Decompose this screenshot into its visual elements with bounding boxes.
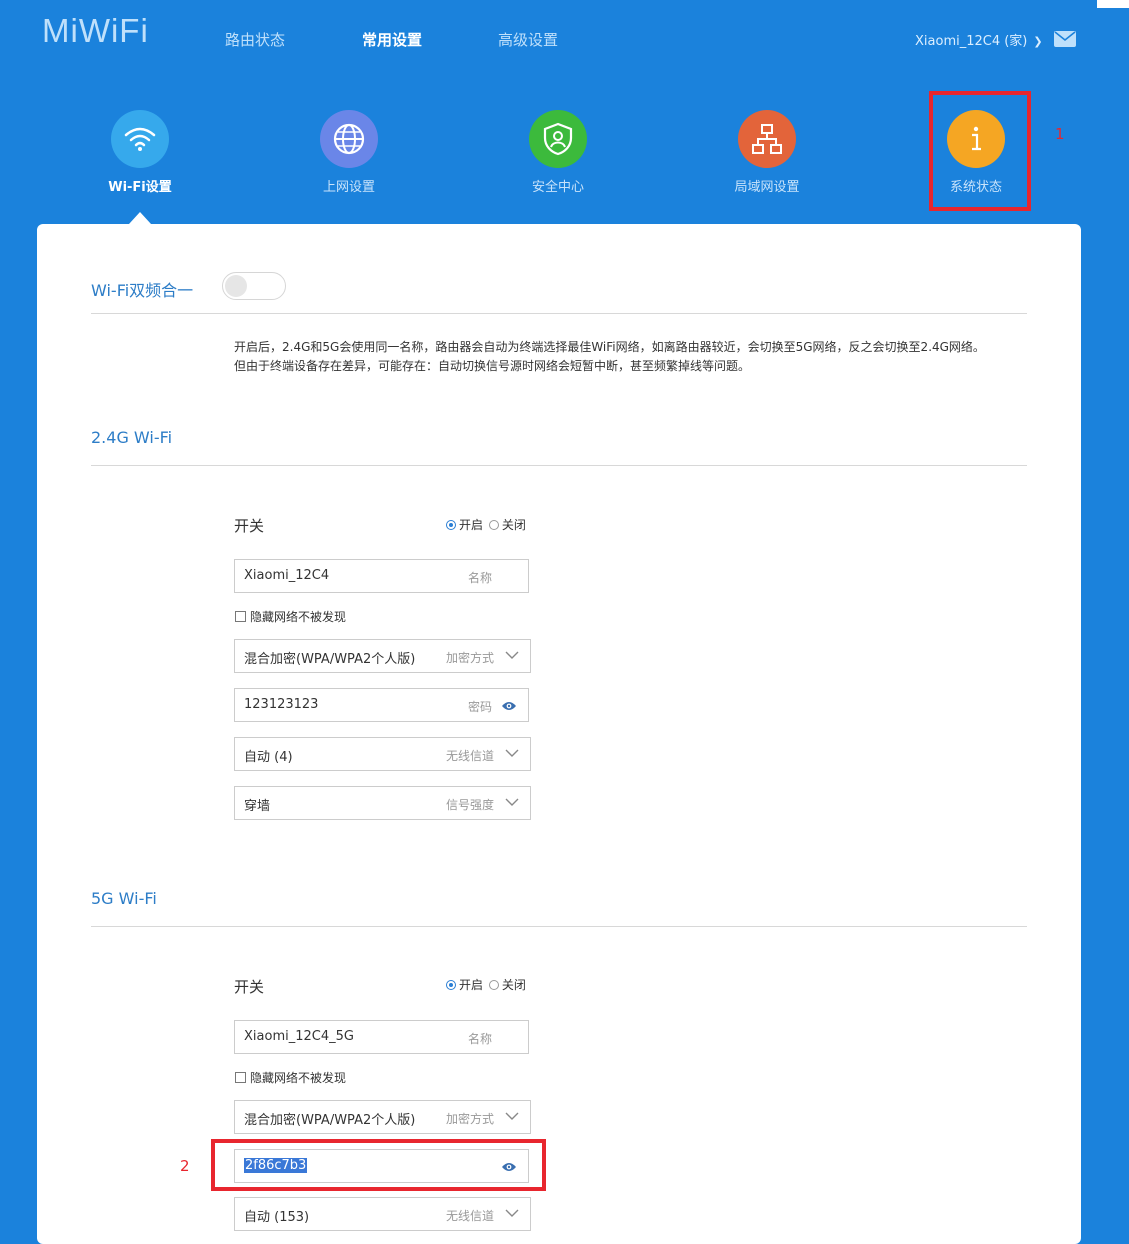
wifi24-title: 2.4G Wi-Fi	[91, 428, 173, 447]
checkbox-label: 隐藏网络不被发现	[250, 610, 347, 624]
chevron-down-icon	[505, 651, 519, 659]
eye-icon[interactable]	[501, 700, 517, 712]
wifi5-radio-off[interactable]: 关闭	[488, 976, 526, 993]
dual-band-toggle[interactable]	[222, 272, 286, 300]
radio-label: 开启	[459, 518, 484, 532]
chevron-down-icon	[505, 1112, 519, 1120]
category-lan-settings[interactable]: 局域网设置	[707, 110, 827, 195]
active-tab-pointer	[129, 212, 151, 224]
radio-label: 关闭	[501, 518, 526, 532]
wifi5-hide-checkbox[interactable]: 隐藏网络不被发现	[235, 1069, 346, 1086]
category-label: 上网设置	[322, 180, 375, 195]
chevron-down-icon: ❯	[1033, 35, 1043, 48]
category-wifi-settings[interactable]: Wi-Fi设置	[80, 110, 200, 195]
device-selector[interactable]: Xiaomi_12C4 (家) ❯	[915, 30, 1043, 49]
divider	[91, 926, 1027, 927]
radio-label: 关闭	[501, 978, 526, 992]
annotation-box-1	[929, 91, 1031, 211]
nav-router-status[interactable]: 路由状态	[225, 29, 285, 50]
wifi5-radio-on[interactable]: 开启	[446, 976, 483, 993]
chevron-down-icon	[505, 1209, 519, 1217]
select-label: 无线信道	[445, 749, 494, 763]
category-label: 安全中心	[531, 180, 584, 195]
wifi24-radio-on[interactable]: 开启	[446, 516, 483, 533]
category-internet-settings[interactable]: 上网设置	[289, 110, 409, 195]
wifi24-encryption-select[interactable]: 混合加密(WPA/WPA2个人版) 加密方式	[234, 639, 531, 673]
chevron-down-icon	[505, 798, 519, 806]
chevron-down-icon	[505, 749, 519, 757]
wifi5-encryption-select[interactable]: 混合加密(WPA/WPA2个人版) 加密方式	[234, 1100, 531, 1134]
divider	[91, 465, 1027, 466]
select-value: 混合加密(WPA/WPA2个人版)	[244, 1113, 416, 1128]
checkbox-box	[235, 611, 246, 622]
wifi24-password-input[interactable]: 123123123 密码	[234, 688, 529, 722]
radio-dot	[488, 979, 499, 990]
category-security-center[interactable]: 安全中心	[498, 110, 618, 195]
select-value: 自动 (4)	[244, 750, 293, 765]
wifi5-ssid-input[interactable]: Xiaomi_12C4_5G 名称	[234, 1020, 529, 1054]
input-value: Xiaomi_12C4	[244, 568, 330, 583]
wifi5-switch-label: 开关	[234, 978, 265, 996]
select-value: 自动 (153)	[244, 1210, 310, 1225]
radio-dot	[488, 519, 499, 530]
radio-dot	[446, 979, 456, 990]
settings-card: Wi-Fi双频合一 开启后，2.4G和5G会使用同一名称，路由器会自动为终端选择…	[37, 224, 1081, 1244]
dual-band-description: 开启后，2.4G和5G会使用同一名称，路由器会自动为终端选择最佳WiFi网络，如…	[234, 338, 1054, 376]
wifi24-hide-checkbox[interactable]: 隐藏网络不被发现	[235, 608, 346, 625]
input-label: 密码	[467, 700, 492, 714]
checkbox-label: 隐藏网络不被发现	[250, 1071, 347, 1085]
annotation-number-1: 1	[1055, 125, 1065, 143]
input-label: 名称	[467, 571, 492, 585]
annotation-number-2: 2	[180, 1157, 190, 1175]
wifi24-radio-off[interactable]: 关闭	[488, 516, 526, 533]
select-value: 混合加密(WPA/WPA2个人版)	[244, 652, 416, 667]
globe-icon	[320, 110, 378, 168]
wifi5-channel-select[interactable]: 自动 (153) 无线信道	[234, 1197, 531, 1231]
input-label: 名称	[467, 1032, 492, 1046]
mail-icon[interactable]	[1054, 31, 1076, 47]
category-label: Wi-Fi设置	[108, 180, 172, 195]
description-line: 但由于终端设备存在差异，可能存在：自动切换信号源时网络会短暂中断，甚至频繁掉线等…	[234, 359, 751, 373]
wifi5-switch-radios: 开启 关闭	[446, 976, 528, 993]
wifi5-title: 5G Wi-Fi	[91, 889, 157, 908]
radio-dot	[446, 519, 456, 530]
network-icon	[738, 110, 796, 168]
window-edge	[1097, 0, 1129, 8]
select-value: 穿墙	[244, 799, 271, 814]
checkbox-box	[235, 1072, 246, 1083]
input-value: Xiaomi_12C4_5G	[244, 1029, 354, 1044]
shield-icon	[529, 110, 587, 168]
dual-band-title: Wi-Fi双频合一	[91, 281, 194, 300]
miwifi-logo[interactable]: MiWiFi	[42, 12, 149, 50]
toggle-knob	[225, 275, 247, 297]
wifi24-ssid-input[interactable]: Xiaomi_12C4 名称	[234, 559, 529, 593]
nav-advanced-settings[interactable]: 高级设置	[498, 29, 558, 50]
select-label: 加密方式	[445, 651, 494, 665]
description-line: 开启后，2.4G和5G会使用同一名称，路由器会自动为终端选择最佳WiFi网络，如…	[234, 340, 985, 354]
wifi24-switch-label: 开关	[234, 517, 265, 535]
wifi24-strength-select[interactable]: 穿墙 信号强度	[234, 786, 531, 820]
divider	[91, 313, 1027, 314]
nav-common-settings[interactable]: 常用设置	[362, 29, 422, 50]
wifi-icon	[111, 110, 169, 168]
annotation-box-2	[211, 1139, 546, 1191]
select-label: 无线信道	[445, 1209, 494, 1223]
top-bar: MiWiFi 路由状态 常用设置 高级设置 Xiaomi_12C4 (家) ❯	[0, 0, 1129, 78]
select-label: 信号强度	[445, 798, 494, 812]
wifi24-channel-select[interactable]: 自动 (4) 无线信道	[234, 737, 531, 771]
device-name: Xiaomi_12C4 (家)	[915, 34, 1028, 49]
select-label: 加密方式	[445, 1112, 494, 1126]
category-label: 局域网设置	[734, 180, 800, 195]
radio-label: 开启	[459, 978, 484, 992]
wifi24-switch-radios: 开启 关闭	[446, 516, 528, 533]
input-value: 123123123	[244, 697, 319, 712]
